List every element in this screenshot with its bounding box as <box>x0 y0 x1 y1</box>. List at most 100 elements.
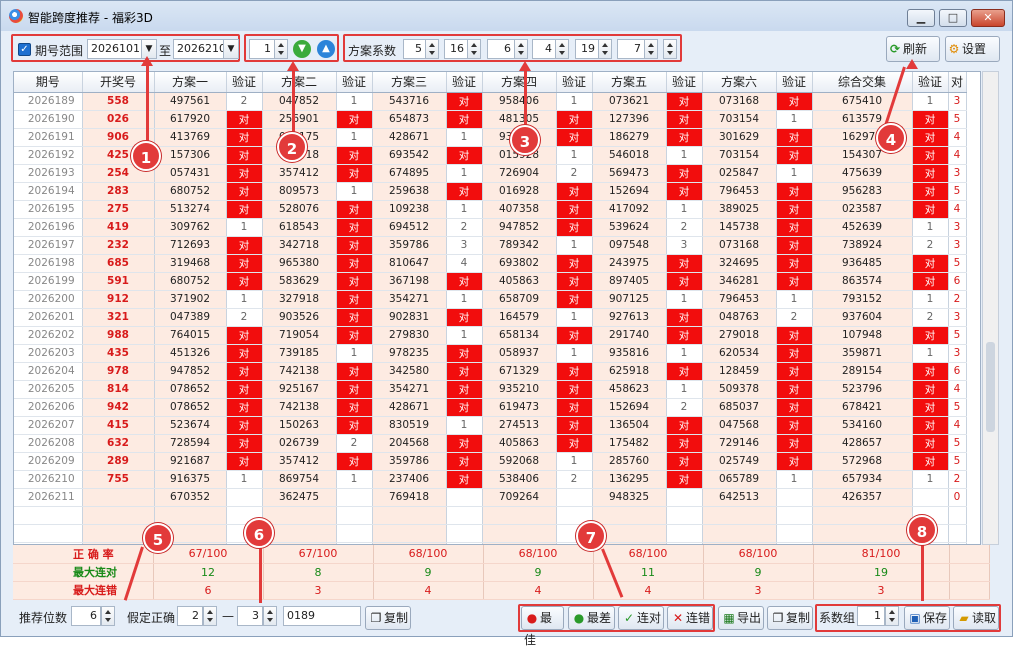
title-bar: 智能跨度推荐 - 福彩3D ▁ □ ✕ <box>1 1 1012 31</box>
assume-from-spinner[interactable] <box>203 606 217 626</box>
coef-input-6[interactable]: 7 <box>617 39 645 59</box>
recommend-digits-input[interactable]: 6 <box>71 606 101 626</box>
copy2-button[interactable]: ❐ 复制 <box>767 606 813 630</box>
verify-cell: 对 <box>776 272 813 291</box>
load-button[interactable]: ▰ 读取 <box>953 606 999 630</box>
verify-cell: 对 <box>226 434 263 453</box>
column-header[interactable]: 验证 <box>556 72 593 93</box>
table-row[interactable]: 2026199 591 680752 对 583629 对 367198 对 405863 对 89… <box>14 272 967 291</box>
maximize-button[interactable]: □ <box>939 9 967 27</box>
plan-cell: 152694 <box>592 398 667 417</box>
table-row[interactable]: 2026202 988 764015 对 719054 对 279830 1 658134 对 29… <box>14 326 967 345</box>
table-row[interactable]: 2026209 289 921687 对 357412 对 359786 对 592068 1 28… <box>14 452 967 471</box>
coef-input-5[interactable]: 19 <box>575 39 599 59</box>
table-row[interactable]: 2026205 814 078652 对 925167 对 354271 对 935210 对 45… <box>14 380 967 399</box>
plan-cell: 023587 <box>812 200 913 219</box>
arrow-down-icon[interactable]: ▼ <box>293 40 311 58</box>
step-input[interactable]: 1 <box>249 39 275 59</box>
streak-hit-button[interactable]: ✓ 连对 <box>618 606 664 630</box>
verify-cell: 2 <box>666 398 703 417</box>
table-row[interactable]: 2026196 419 309762 1 618543 对 694512 2 947852 对 53… <box>14 218 967 237</box>
plan-cell: 136295 <box>592 470 667 489</box>
column-header[interactable]: 开奖号 <box>82 72 155 93</box>
plan-cell: 145738 <box>702 218 777 237</box>
period-cell: 2026199 <box>14 272 83 291</box>
column-header[interactable]: 验证 <box>666 72 703 93</box>
table-row[interactable]: 2026195 275 513274 对 528076 对 109238 1 407358 对 41… <box>14 200 967 219</box>
table-row[interactable]: 2026189 558 497561 2 047852 1 543716 对 958406 1 07… <box>14 92 967 111</box>
column-header[interactable]: 验证 <box>912 72 949 93</box>
table-row[interactable]: 2026201 321 047389 2 903526 对 902831 对 164579 1 92… <box>14 308 967 327</box>
coef-input-1[interactable]: 5 <box>403 39 426 59</box>
coef-spinner-4[interactable] <box>555 39 569 59</box>
arrow-up-icon[interactable]: ▲ <box>317 40 335 58</box>
column-header[interactable]: 期号 <box>14 72 83 93</box>
streak-miss-button[interactable]: ✕ 连错 <box>667 606 713 630</box>
table-row[interactable]: 2026198 685 319468 对 965380 对 810647 4 693802 对 24… <box>14 254 967 273</box>
table-row[interactable]: 2026197 232 712693 对 342718 对 359786 3 789342 1 09… <box>14 236 967 255</box>
table-row[interactable]: 2026206 942 078652 对 742138 对 428671 对 619473 对 15… <box>14 398 967 417</box>
coef-spinner-7[interactable] <box>663 39 677 59</box>
period-from-combo[interactable]: 2026101 <box>87 39 143 59</box>
verify-cell: 2 <box>556 164 593 183</box>
period-to-combo[interactable]: 2026210 <box>173 39 226 59</box>
assume-to-input[interactable]: 3 <box>237 606 263 626</box>
settings-button[interactable]: ⚙ 设置 <box>945 36 1000 62</box>
save-button[interactable]: ▣ 保存 <box>904 606 950 630</box>
assume-from-input[interactable]: 2 <box>177 606 203 626</box>
recommend-digits-spinner[interactable] <box>101 606 115 626</box>
coef-spinner-6[interactable] <box>644 39 658 59</box>
worst-button[interactable]: ● 最差 <box>568 606 615 630</box>
column-header[interactable]: 验证 <box>336 72 373 93</box>
column-header[interactable]: 方案三 <box>372 72 447 93</box>
close-button[interactable]: ✕ <box>971 9 1005 27</box>
column-header[interactable]: 方案四 <box>482 72 557 93</box>
table-row[interactable]: 2026204 978 947852 对 742138 对 342580 对 671329 对 62… <box>14 362 967 381</box>
verify-cell: 对 <box>666 308 703 327</box>
table-row[interactable]: 2026193 254 057431 对 357412 对 674895 1 726904 2 56… <box>14 164 967 183</box>
table-row[interactable]: 2026208 632 728594 对 026739 2 204568 对 405863 对 17… <box>14 434 967 453</box>
table-row[interactable]: 2026191906413769对08617514286711935016对18… <box>14 128 967 147</box>
column-header[interactable]: 方案五 <box>592 72 667 93</box>
verify-cell: 1 <box>556 308 593 327</box>
table-row[interactable]: 2026190 026 617920 对 256901 对 654873 对 481305 对 12… <box>14 110 967 129</box>
column-header[interactable]: 对 <box>948 72 967 93</box>
verify-cell: 对 <box>912 128 949 147</box>
table-row[interactable]: 2026211 670352 362475 769418 709264 948325 642… <box>14 488 967 507</box>
table-row[interactable]: 2026200 912 371902 1 327918 对 354271 1 658709 对 90… <box>14 290 967 309</box>
coef-group-spinner[interactable] <box>885 606 899 626</box>
table-row[interactable]: 2026210 755 916375 1 869754 1 237406 对 538406 2 13… <box>14 470 967 489</box>
copy-button[interactable]: ❐ 复制 <box>365 606 411 630</box>
coef-spinner-3[interactable] <box>514 39 528 59</box>
coef-input-3[interactable]: 6 <box>487 39 515 59</box>
table-row[interactable]: 2026203 435 451326 对 739185 1 978235 对 058937 1 93… <box>14 344 967 363</box>
column-header[interactable]: 验证 <box>446 72 483 93</box>
table-row[interactable]: 2026194 283 680752 对 809573 1 259638 对 016928 对 15… <box>14 182 967 201</box>
coef-group-input[interactable]: 1 <box>857 606 885 626</box>
table-row[interactable]: 2026207 415 523674 对 150263 对 830519 1 274513 对 13… <box>14 416 967 435</box>
export-button[interactable]: ▦ 导出 <box>718 606 764 630</box>
column-header[interactable]: 方案一 <box>154 72 227 93</box>
coef-spinner-2[interactable] <box>467 39 481 59</box>
column-header[interactable]: 方案六 <box>702 72 777 93</box>
scrollbar-thumb[interactable] <box>986 342 995 432</box>
minimize-button[interactable]: ▁ <box>907 9 935 27</box>
plan-cell: 452639 <box>812 218 913 237</box>
period-range-checkbox[interactable]: ✓ <box>18 43 31 56</box>
coef-input-2[interactable]: 16 <box>444 39 468 59</box>
code-input[interactable]: 0189 <box>283 606 361 626</box>
assume-to-spinner[interactable] <box>263 606 277 626</box>
coef-spinner-5[interactable] <box>598 39 612 59</box>
best-button[interactable]: ● 最佳 <box>521 606 564 647</box>
verify-cell: 1 <box>666 344 703 363</box>
streak-hit-label: 连对 <box>637 611 662 625</box>
window-title: 智能跨度推荐 - 福彩3D <box>28 11 153 25</box>
column-header[interactable]: 方案二 <box>262 72 337 93</box>
coef-input-4[interactable]: 4 <box>532 39 556 59</box>
column-header[interactable]: 验证 <box>776 72 813 93</box>
chevron-down-icon[interactable]: ▼ <box>223 39 239 59</box>
coef-spinner-1[interactable] <box>425 39 439 59</box>
step-spinner[interactable] <box>274 39 288 59</box>
column-header[interactable]: 验证 <box>226 72 263 93</box>
vertical-scrollbar[interactable] <box>982 71 999 545</box>
